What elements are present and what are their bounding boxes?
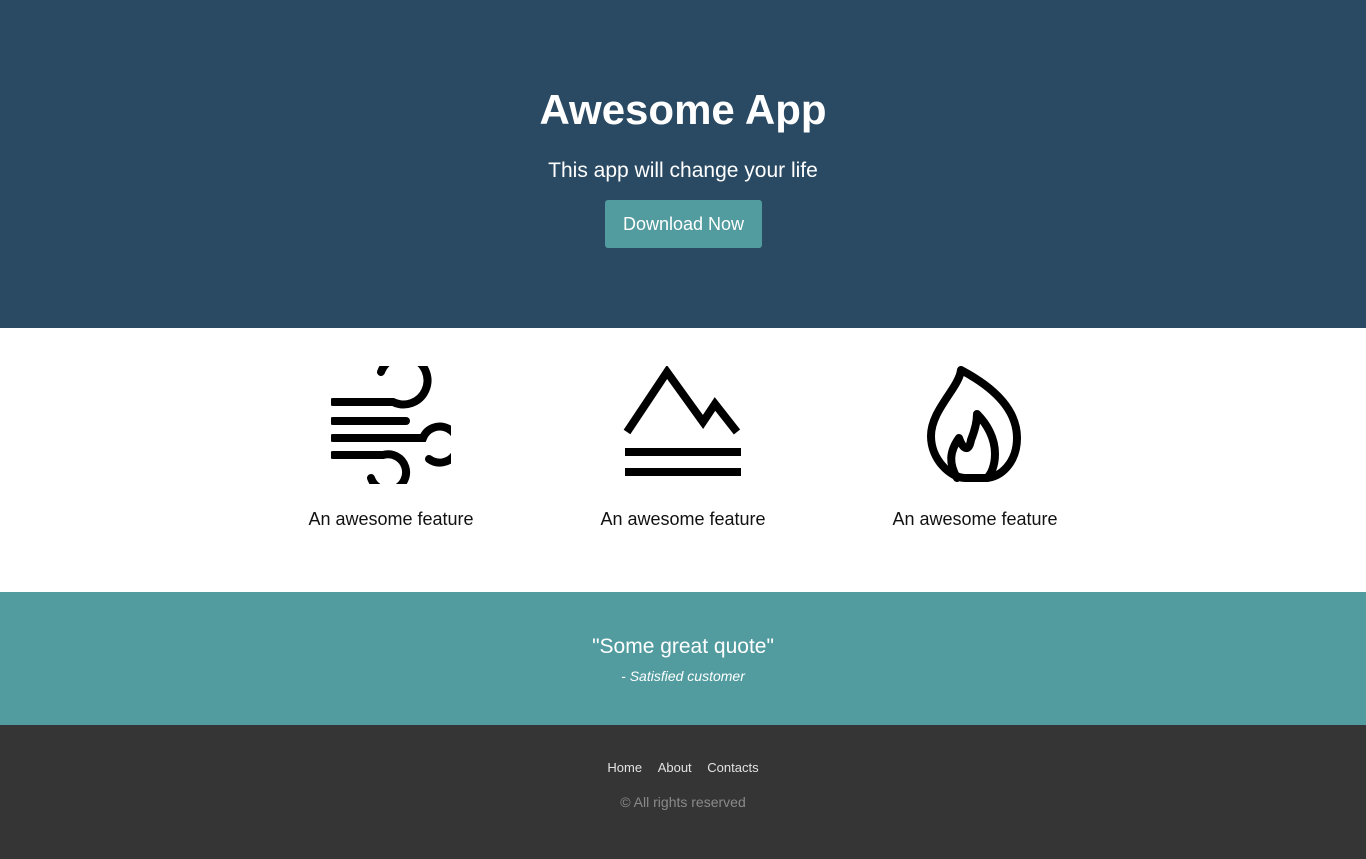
feature-label: An awesome feature [600,509,766,529]
features-section: An awesome feature An awesome feature An… [0,328,1366,592]
fire-icon [927,366,1021,482]
feature-item: An awesome feature [271,366,511,530]
feature-label: An awesome feature [308,509,474,529]
footer-link-contacts[interactable]: Contacts [707,760,758,775]
feature-label: An awesome feature [892,509,1058,529]
feature-item: An awesome feature [563,366,803,530]
hero-title: Awesome App [539,86,827,133]
footer-link-about[interactable]: About [658,760,692,775]
footer-link-home[interactable]: Home [607,760,642,775]
testimonial-section: "Some great quote" - Satisfied customer [0,592,1366,725]
hero-section: Awesome App This app will change your li… [0,0,1366,328]
mountain-icon [623,366,741,476]
testimonial-quote: "Some great quote" [592,635,774,658]
footer: Home About Contacts © All rights reserve… [0,725,1366,859]
copyright-text: © All rights reserved [620,794,746,810]
footer-nav: Home About Contacts [0,759,1366,777]
wind-icon [331,366,451,484]
download-button[interactable]: Download Now [605,200,762,248]
testimonial-author: - Satisfied customer [621,668,745,684]
hero-subtitle: This app will change your life [548,159,818,182]
feature-item: An awesome feature [855,366,1095,530]
